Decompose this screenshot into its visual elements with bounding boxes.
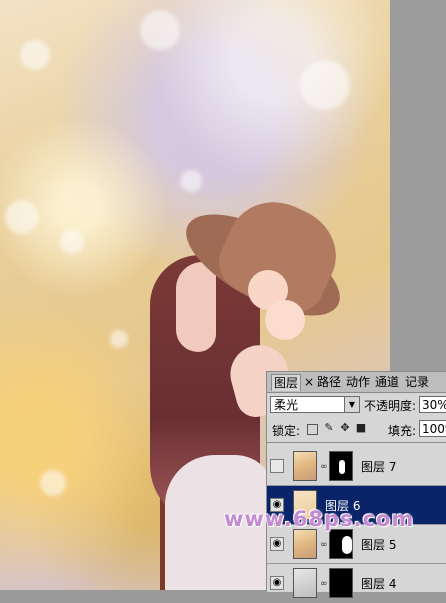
layers-panel: 图层 × 路径 动作 通道 记录 柔光 ▼ 不透明度: 30% 锁定: ✎ ✥ … bbox=[266, 371, 446, 603]
tab-layers[interactable]: 图层 bbox=[271, 374, 302, 391]
fill-label: 填充: bbox=[388, 424, 417, 438]
face bbox=[176, 262, 216, 352]
lock-label: 锁定: bbox=[272, 424, 301, 438]
layer-name: 图层 4 bbox=[361, 577, 397, 591]
fill-input[interactable]: 100% bbox=[419, 420, 446, 437]
lock-move-icon[interactable]: ✥ bbox=[339, 422, 351, 434]
visibility-toggle[interactable] bbox=[270, 459, 284, 473]
link-icon: ∞ bbox=[320, 540, 328, 550]
layer-name: 图层 7 bbox=[361, 460, 397, 474]
close-icon[interactable]: × bbox=[302, 374, 316, 390]
blend-mode-value: 柔光 bbox=[274, 398, 299, 412]
opacity-input[interactable]: 30% bbox=[419, 396, 446, 413]
layer-name: 图层 5 bbox=[361, 538, 397, 552]
eye-icon[interactable]: ◉ bbox=[270, 537, 284, 551]
eye-icon[interactable]: ◉ bbox=[270, 576, 284, 590]
layer-row[interactable]: ∞ 图层 7 bbox=[267, 447, 446, 486]
link-icon: ∞ bbox=[320, 462, 328, 472]
tab-actions[interactable]: 动作 bbox=[344, 374, 372, 390]
blend-row: 柔光 ▼ 不透明度: 30% bbox=[267, 394, 446, 416]
layer-thumbnail bbox=[293, 568, 317, 598]
lock-row: 锁定: ✎ ✥ ■ 填充: 100% bbox=[267, 419, 446, 439]
link-icon: ∞ bbox=[320, 579, 328, 589]
layer-mask-thumbnail[interactable] bbox=[329, 529, 353, 559]
watermark-text: www.68ps.com bbox=[224, 507, 415, 531]
layer-thumbnail bbox=[293, 451, 317, 481]
layer-thumbnail bbox=[293, 529, 317, 559]
layer-row[interactable]: ◉ ∞ 图层 4 bbox=[267, 564, 446, 603]
hat-flower bbox=[265, 300, 305, 340]
blend-mode-select[interactable]: 柔光 ▼ bbox=[270, 396, 360, 413]
layer-mask-thumbnail[interactable] bbox=[329, 451, 353, 481]
layer-mask-thumbnail[interactable] bbox=[329, 568, 353, 598]
panel-tab-bar: 图层 × 路径 动作 通道 记录 bbox=[267, 372, 446, 393]
tab-channels[interactable]: 通道 bbox=[373, 374, 401, 390]
tab-paths[interactable]: 路径 bbox=[315, 374, 343, 390]
opacity-label: 不透明度: bbox=[364, 399, 417, 413]
dropdown-arrow-icon[interactable]: ▼ bbox=[344, 397, 359, 412]
lock-all-icon[interactable]: ■ bbox=[355, 422, 367, 434]
lock-brush-icon[interactable]: ✎ bbox=[323, 422, 335, 434]
tab-history[interactable]: 记录 bbox=[403, 374, 431, 390]
lock-transparency-icon[interactable] bbox=[307, 424, 318, 435]
